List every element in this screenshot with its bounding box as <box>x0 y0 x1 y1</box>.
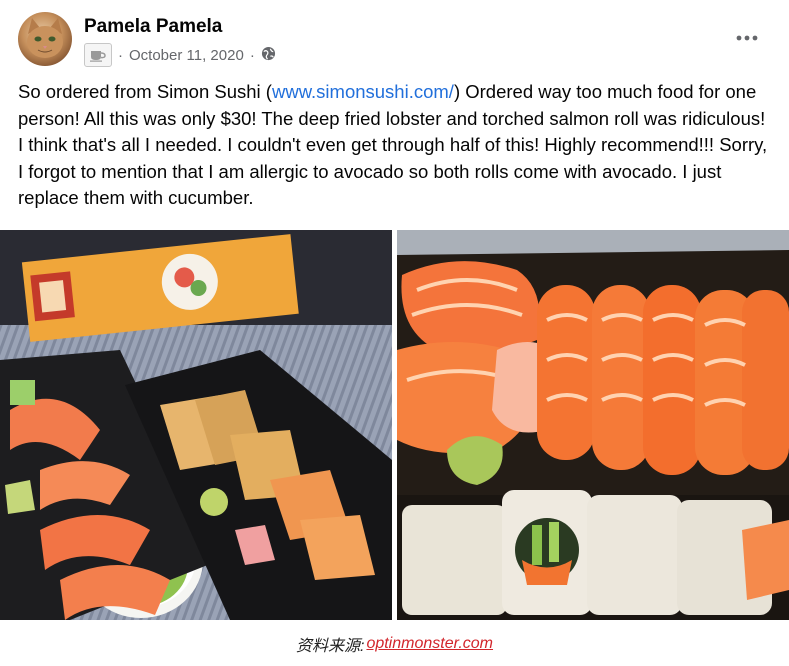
author-avatar[interactable] <box>18 12 72 66</box>
post-date[interactable]: October 11, 2020 <box>129 47 244 64</box>
more-options-icon <box>736 35 758 41</box>
photo-sushi-spread[interactable] <box>0 230 392 620</box>
cat-avatar-icon <box>27 18 63 58</box>
photo-salmon-sushi[interactable] <box>397 230 789 620</box>
post-text-intro: So ordered from Simon Sushi ( <box>18 81 272 102</box>
globe-icon <box>261 46 276 65</box>
author-name[interactable]: Pamela Pamela <box>84 16 222 38</box>
salmon-sushi-image <box>397 230 789 620</box>
meta-separator: · <box>118 46 123 64</box>
simon-sushi-link[interactable]: www.simonsushi.com/ <box>272 81 454 102</box>
source-caption: 资料来源: optinmonster.com <box>0 624 789 664</box>
source-link[interactable]: optinmonster.com <box>366 635 493 653</box>
sushi-spread-image <box>0 230 392 620</box>
facebook-post: Pamela Pamela · October 11, 2020 · So or… <box>0 0 789 620</box>
source-label: 资料来源: <box>295 638 365 655</box>
meta-separator-2: · <box>249 46 255 64</box>
post-text: So ordered from Simon Sushi (www.simonsu… <box>18 79 773 212</box>
post-meta: · October 11, 2020 · <box>84 43 276 67</box>
coffee-cup-icon <box>84 43 112 67</box>
more-options-button[interactable] <box>733 24 761 52</box>
